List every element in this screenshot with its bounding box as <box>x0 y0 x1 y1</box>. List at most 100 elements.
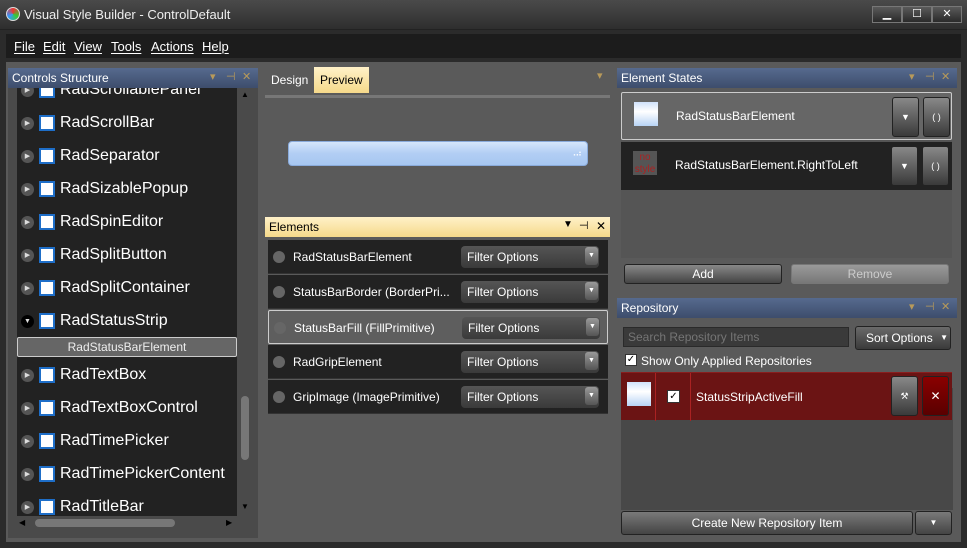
scroll-right-icon[interactable]: ▶ <box>226 518 232 527</box>
element-label: GripImage (ImagePrimitive) <box>293 390 440 404</box>
repository-item-checkbox[interactable]: ✓ <box>667 390 680 403</box>
tree-item[interactable]: ▶ RadScrollBar <box>17 107 237 140</box>
tree-item[interactable]: ▶ RadSplitContainer <box>17 272 237 305</box>
expand-icon[interactable] <box>273 286 285 298</box>
maximize-button[interactable]: ☐ <box>902 6 932 23</box>
dropdown-icon[interactable]: ▾ <box>909 70 915 83</box>
scroll-thumb[interactable] <box>35 519 175 527</box>
expand-icon[interactable] <box>274 322 286 334</box>
tab-preview[interactable]: Preview <box>314 67 369 93</box>
horizontal-scrollbar[interactable]: ◀ ▶ <box>17 516 237 530</box>
element-row[interactable]: StatusBarFill (FillPrimitive) Filter Opti… <box>268 310 608 344</box>
state-reset-button[interactable]: ( ) <box>922 146 949 186</box>
state-row[interactable]: RadStatusBarElement ▼ ( ) <box>621 92 952 140</box>
expand-icon[interactable] <box>273 356 285 368</box>
filter-options-dropdown[interactable]: Filter Options ▼ <box>461 246 599 268</box>
menu-help[interactable]: Help <box>202 39 229 54</box>
edit-repository-button[interactable]: ⚒ <box>891 376 918 416</box>
remove-state-button[interactable]: Remove <box>791 264 949 284</box>
close-button[interactable]: ✕ <box>932 6 962 23</box>
expand-icon[interactable]: ▶ <box>21 88 34 97</box>
tree-item[interactable]: ▶ RadTitleBar <box>17 491 237 516</box>
state-reset-button[interactable]: ( ) <box>923 97 950 137</box>
menu-view[interactable]: View <box>74 39 102 54</box>
dropdown-icon[interactable]: ▼ <box>563 219 573 230</box>
filter-options-dropdown[interactable]: Filter Options ▼ <box>461 351 599 373</box>
pin-icon[interactable]: ⊣ <box>226 70 236 83</box>
expand-icon[interactable]: ▶ <box>21 402 34 415</box>
scroll-thumb[interactable] <box>241 396 249 460</box>
tree-item[interactable]: ▶ RadSpinEditor <box>17 206 237 239</box>
add-state-button[interactable]: Add <box>624 264 782 284</box>
create-options-dropdown[interactable]: ▼ <box>915 511 952 535</box>
expand-icon[interactable]: ▶ <box>21 150 34 163</box>
tree-item-label: RadSizablePopup <box>60 180 189 197</box>
repository-item-row[interactable]: ✓ StatusStripActiveFill ⚒ ✕ <box>621 372 952 421</box>
filter-options-dropdown[interactable]: Filter Options ▼ <box>461 386 599 408</box>
app-logo-icon <box>6 7 20 21</box>
tree-item[interactable]: ▶ RadTimePickerContent <box>17 458 237 491</box>
filter-options-dropdown[interactable]: Filter Options ▼ <box>462 317 600 339</box>
tree-item[interactable]: ▶ RadTextBox <box>17 359 237 392</box>
pin-icon[interactable]: ⊣ <box>925 70 935 83</box>
pin-icon[interactable]: ⊣ <box>579 219 589 232</box>
expand-icon[interactable]: ▶ <box>21 369 34 382</box>
scroll-up-icon[interactable]: ▲ <box>241 90 249 99</box>
create-repository-item-button[interactable]: Create New Repository Item <box>621 511 913 535</box>
expand-icon[interactable]: ▶ <box>21 468 34 481</box>
scroll-left-icon[interactable]: ◀ <box>19 518 25 527</box>
pin-icon[interactable]: ⊣ <box>925 300 935 313</box>
delete-repository-button[interactable]: ✕ <box>922 376 949 416</box>
expand-icon[interactable]: ▶ <box>21 216 34 229</box>
tree-item[interactable]: ▶ RadSeparator <box>17 140 237 173</box>
close-icon[interactable]: ✕ <box>941 70 950 83</box>
tree-item[interactable]: ▶ RadTimePicker <box>17 425 237 458</box>
state-row[interactable]: no style RadStatusBarElement.RightToLeft… <box>621 142 952 190</box>
tree-child-selected[interactable]: RadStatusBarElement <box>17 337 237 357</box>
dropdown-icon[interactable]: ▾ <box>909 300 915 313</box>
show-only-applied-checkbox[interactable]: ✓ <box>625 354 637 366</box>
collapse-icon[interactable]: ▼ <box>21 315 34 328</box>
chevron-down-icon: ▼ <box>585 247 598 265</box>
menu-edit[interactable]: Edit <box>43 39 65 54</box>
search-repository-input[interactable] <box>623 327 849 347</box>
menu-bar: File Edit View Tools Actions Help <box>6 34 961 58</box>
close-icon[interactable]: ✕ <box>596 219 606 233</box>
state-dropdown-button[interactable]: ▼ <box>892 97 919 137</box>
scroll-down-icon[interactable]: ▼ <box>241 502 249 511</box>
tab-dropdown-icon[interactable]: ▾ <box>597 69 603 82</box>
tree-item[interactable]: ▶ RadTextBoxControl <box>17 392 237 425</box>
tree-item[interactable]: ▼ RadStatusStrip <box>17 305 237 338</box>
menu-tools[interactable]: Tools <box>111 39 141 54</box>
control-icon <box>39 181 55 197</box>
tree-item[interactable]: ▶ RadScrollablePanel <box>17 88 237 107</box>
panel-title: Repository <box>621 301 679 315</box>
tree-item-label: RadScrollablePanel <box>60 88 201 98</box>
expand-icon[interactable]: ▶ <box>21 183 34 196</box>
tree-item[interactable]: ▶ RadSplitButton <box>17 239 237 272</box>
expand-icon[interactable]: ▶ <box>21 249 34 262</box>
element-row[interactable]: StatusBarBorder (BorderPri... Filter Opti… <box>268 275 608 309</box>
element-row[interactable]: GripImage (ImagePrimitive) Filter Options… <box>268 380 608 414</box>
expand-icon[interactable]: ▶ <box>21 117 34 130</box>
minimize-button[interactable]: ▁ <box>872 6 902 23</box>
expand-icon[interactable] <box>273 251 285 263</box>
element-row[interactable]: RadGripElement Filter Options ▼ <box>268 345 608 379</box>
tab-design[interactable]: Design <box>265 67 314 93</box>
expand-icon[interactable]: ▶ <box>21 435 34 448</box>
menu-file[interactable]: File <box>14 39 35 54</box>
panel-title: Element States <box>621 71 703 85</box>
filter-options-dropdown[interactable]: Filter Options ▼ <box>461 281 599 303</box>
dropdown-icon[interactable]: ▾ <box>210 70 216 83</box>
vertical-scrollbar[interactable]: ▲ ▼ <box>238 88 252 516</box>
menu-actions[interactable]: Actions <box>151 39 194 54</box>
sort-options-dropdown[interactable]: Sort Options ▼ <box>855 326 951 350</box>
tree-item[interactable]: ▶ RadSizablePopup <box>17 173 237 206</box>
expand-icon[interactable]: ▶ <box>21 501 34 514</box>
state-dropdown-button[interactable]: ▼ <box>891 146 918 186</box>
close-icon[interactable]: ✕ <box>941 300 950 313</box>
close-icon[interactable]: ✕ <box>242 70 251 83</box>
element-row[interactable]: RadStatusBarElement Filter Options ▼ <box>268 240 608 274</box>
expand-icon[interactable] <box>273 391 285 403</box>
expand-icon[interactable]: ▶ <box>21 282 34 295</box>
